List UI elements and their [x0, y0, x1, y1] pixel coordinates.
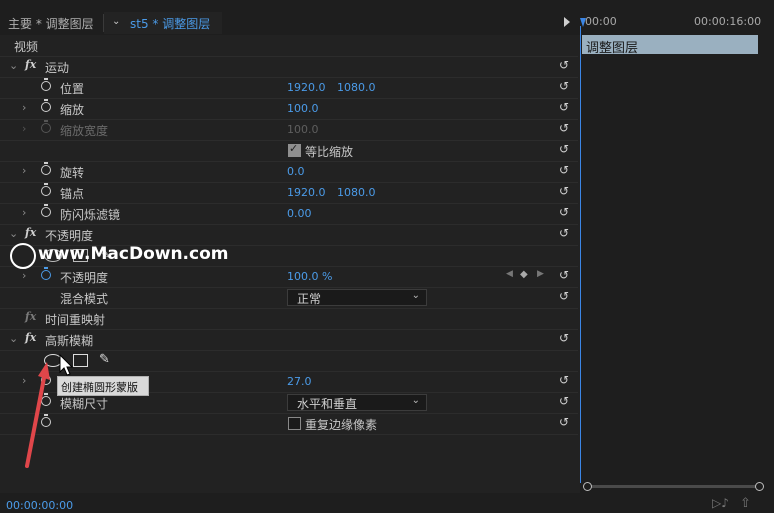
red-arrow-icon [25, 362, 50, 468]
tooltip-text: 创建椭圆形蒙版 [61, 381, 138, 394]
annotation-overlay [25, 353, 74, 468]
mouse-cursor-icon [59, 353, 74, 376]
tooltip: 创建椭圆形蒙版 [57, 376, 149, 396]
